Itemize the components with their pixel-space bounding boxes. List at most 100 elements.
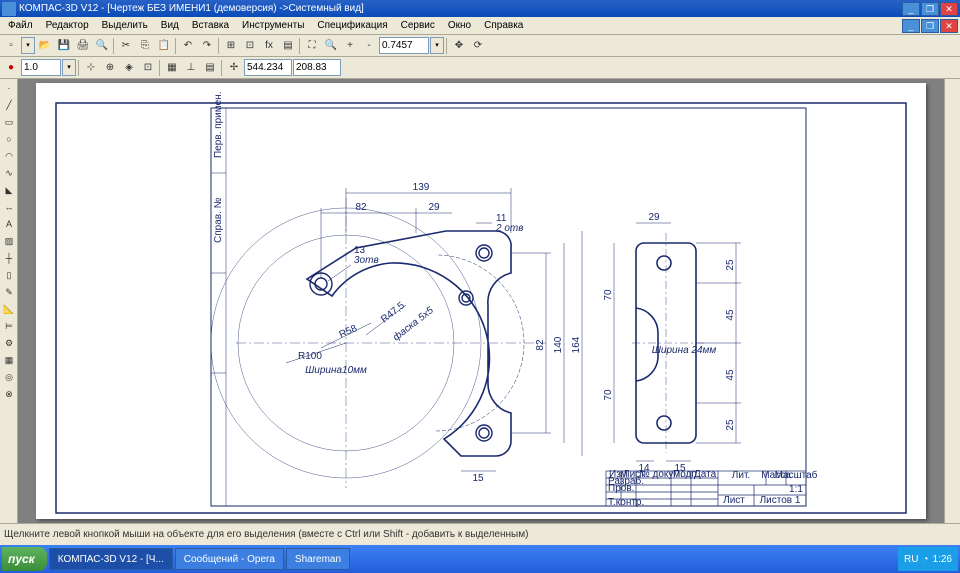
taskbar-item-opera[interactable]: Сообщений - Opera <box>175 548 284 570</box>
minimize-button[interactable]: _ <box>902 2 920 16</box>
refresh-button[interactable]: ⟳ <box>469 37 487 55</box>
svg-text:70: 70 <box>603 289 614 301</box>
undo-button[interactable]: ↶ <box>179 37 197 55</box>
menu-view[interactable]: Вид <box>155 18 185 33</box>
menu-editor[interactable]: Редактор <box>40 18 95 33</box>
scale-input[interactable] <box>21 59 61 76</box>
axis-tool[interactable]: ┼ <box>1 250 17 266</box>
mdi-minimize-button[interactable]: _ <box>902 19 920 33</box>
svg-text:70: 70 <box>603 389 614 401</box>
arc-tool[interactable]: ◠ <box>1 148 17 164</box>
zoom-input[interactable] <box>379 37 429 54</box>
preview-button[interactable]: 🔍 <box>93 37 111 55</box>
menu-help[interactable]: Справка <box>478 18 529 33</box>
snap-d-button[interactable]: ⊡ <box>139 59 157 77</box>
redo-button[interactable]: ↷ <box>198 37 216 55</box>
window-title: КОМПАС-3D V12 - [Чертеж БЕЗ ИМЕНИ1 (демо… <box>19 3 902 14</box>
menu-tools[interactable]: Инструменты <box>236 18 310 33</box>
sel-tool[interactable]: ▯ <box>1 267 17 283</box>
tray-clock: 1:26 <box>933 554 952 565</box>
ortho-button[interactable]: ⊥ <box>182 59 200 77</box>
scale-dropdown[interactable]: ▾ <box>62 59 76 76</box>
tool-a-button[interactable]: ⊞ <box>222 37 240 55</box>
svg-text:139: 139 <box>413 182 430 193</box>
snap-b-button[interactable]: ⊕ <box>101 59 119 77</box>
misc-tool-b[interactable]: ⊗ <box>1 386 17 402</box>
svg-text:Ширина 24мм: Ширина 24мм <box>652 345 717 356</box>
spline-tool[interactable]: ∿ <box>1 165 17 181</box>
snap-a-button[interactable]: ⊹ <box>82 59 100 77</box>
print-button[interactable]: 🖨 <box>74 37 92 55</box>
menu-window[interactable]: Окно <box>442 18 477 33</box>
text-tool[interactable]: A <box>1 216 17 232</box>
grid-button[interactable]: ▦ <box>163 59 181 77</box>
param-tool[interactable]: ⚙ <box>1 335 17 351</box>
new-button[interactable]: ▫ <box>2 37 20 55</box>
svg-text:Дата: Дата <box>694 469 717 480</box>
close-button[interactable]: ✕ <box>940 2 958 16</box>
svg-text:Ширина10мм: Ширина10мм <box>305 365 367 376</box>
svg-text:164: 164 <box>571 336 582 353</box>
line-tool[interactable]: ╱ <box>1 97 17 113</box>
table-tool[interactable]: ▦ <box>1 352 17 368</box>
svg-text:Масштаб: Масштаб <box>775 469 818 481</box>
point-tool[interactable]: · <box>1 80 17 96</box>
rect-tool[interactable]: ▭ <box>1 114 17 130</box>
drawing-canvas[interactable]: Перв. примен. Справ. № <box>18 79 960 523</box>
svg-text:R58: R58 <box>338 323 360 341</box>
zoom-window-button[interactable]: 🔍 <box>322 37 340 55</box>
layers-button[interactable]: ▤ <box>201 59 219 77</box>
pan-button[interactable]: ✥ <box>450 37 468 55</box>
menu-service[interactable]: Сервис <box>395 18 441 33</box>
tool-b-button[interactable]: ⊡ <box>241 37 259 55</box>
mdi-close-button[interactable]: ✕ <box>940 19 958 33</box>
start-button[interactable]: пуск <box>2 547 47 571</box>
maximize-button[interactable]: ❐ <box>921 2 939 16</box>
snap-c-button[interactable]: ◈ <box>120 59 138 77</box>
svg-text:Перв. примен.: Перв. примен. <box>213 92 224 158</box>
svg-text:1:1: 1:1 <box>789 484 803 495</box>
constraint-tool[interactable]: ⊨ <box>1 318 17 334</box>
svg-text:45: 45 <box>725 309 736 321</box>
edit-tool[interactable]: ✎ <box>1 284 17 300</box>
save-button[interactable]: 💾 <box>55 37 73 55</box>
taskbar-item-kompas[interactable]: КОМПАС-3D V12 - [Ч... <box>49 548 173 570</box>
chamfer-tool[interactable]: ◣ <box>1 182 17 198</box>
svg-text:140: 140 <box>553 336 564 353</box>
tool-d-button[interactable]: ▤ <box>279 37 297 55</box>
cut-button[interactable]: ✂ <box>117 37 135 55</box>
measure-tool[interactable]: 📐 <box>1 301 17 317</box>
zoom-fit-button[interactable]: ⛶ <box>303 37 321 55</box>
zoom-dropdown[interactable]: ▾ <box>430 37 444 54</box>
menu-spec[interactable]: Спецификация <box>311 18 393 33</box>
stop-button[interactable]: ● <box>2 59 20 77</box>
menu-select[interactable]: Выделить <box>96 18 154 33</box>
misc-tool-a[interactable]: ◎ <box>1 369 17 385</box>
menu-insert[interactable]: Вставка <box>186 18 235 33</box>
taskbar-item-shareman[interactable]: Shareman <box>286 548 350 570</box>
open-button[interactable]: 📂 <box>36 37 54 55</box>
paste-button[interactable]: 📋 <box>155 37 173 55</box>
new-dropdown[interactable]: ▾ <box>21 37 35 54</box>
tool-c-button[interactable]: fx <box>260 37 278 55</box>
coord-y-input[interactable] <box>293 59 341 76</box>
circle-tool[interactable]: ○ <box>1 131 17 147</box>
system-tray[interactable]: RU ◔ 1:26 <box>898 547 958 571</box>
tray-lang[interactable]: RU <box>904 554 918 565</box>
dim-tool[interactable]: ↔ <box>1 199 17 215</box>
svg-text:R100: R100 <box>298 351 322 362</box>
zoom-in-button[interactable]: + <box>341 37 359 55</box>
coord-x-input[interactable] <box>244 59 292 76</box>
copy-button[interactable]: ⎘ <box>136 37 154 55</box>
svg-text:Справ. №: Справ. № <box>213 197 224 243</box>
zoom-out-button[interactable]: - <box>360 37 378 55</box>
title-bar: КОМПАС-3D V12 - [Чертеж БЕЗ ИМЕНИ1 (демо… <box>0 0 960 17</box>
menu-file[interactable]: Файл <box>2 18 39 33</box>
toolbar-main: ▫ ▾ 📂 💾 🖨 🔍 ✂ ⎘ 📋 ↶ ↷ ⊞ ⊡ fx ▤ ⛶ 🔍 + - ▾… <box>0 35 960 57</box>
coord-mode-button[interactable]: ✢ <box>225 59 243 77</box>
svg-text:R47,5: R47,5 <box>379 300 407 325</box>
tray-icon[interactable]: ◔ <box>922 554 928 565</box>
vertical-scrollbar[interactable] <box>944 79 960 523</box>
hatch-tool[interactable]: ▨ <box>1 233 17 249</box>
mdi-restore-button[interactable]: ❐ <box>921 19 939 33</box>
